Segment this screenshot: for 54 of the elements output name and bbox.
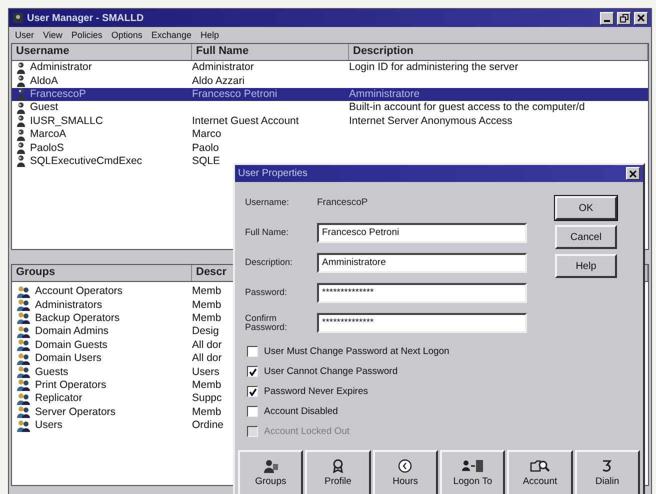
full-name-cell-text: Paolo <box>192 142 220 155</box>
description-cell-text: Memb <box>192 378 222 392</box>
checkbox-label: Password Never Expires <box>264 386 368 397</box>
description-cell-text: Ordine <box>192 419 225 432</box>
description-cell-text: Memb <box>192 312 222 325</box>
group-name-cell: Guests <box>35 366 68 379</box>
field-label: Username: <box>245 198 290 207</box>
field-label: Password: <box>245 288 288 297</box>
full-name-cell-text: Administrator <box>192 61 255 74</box>
full-name-cell-text: SQLE <box>192 154 222 168</box>
field-label: Full Name: <box>245 228 290 237</box>
group-name-cell: Server Operators <box>35 406 116 419</box>
group-name-cell: Account Operators <box>35 285 123 298</box>
description-cell-text: Memb <box>192 298 222 312</box>
description-cell-text: All dor <box>192 338 223 352</box>
checkbox-label: Account Locked Out <box>264 426 350 437</box>
username-cell: PaoloS <box>30 142 64 155</box>
username-cell: SQLExecutiveCmdExec <box>30 154 142 168</box>
description-cell: Built-in account for guest access to the computer/d <box>349 101 585 114</box>
group-name-cell: Replicator <box>35 392 82 406</box>
full-name-cell-text: Aldo Azzari <box>192 74 246 88</box>
group-name-cell: Domain Guests <box>35 338 108 352</box>
group-name-cell: Print Operators <box>35 378 106 392</box>
field-label: Confirm Password: <box>245 314 288 332</box>
full-name-cell-text: Internet Guest Account <box>192 114 300 128</box>
description-cell-text: Memb <box>192 285 222 298</box>
group-name-cell: Backup Operators <box>35 312 120 325</box>
checkbox-label: Account Disabled <box>264 406 338 417</box>
dialog-title: User Properties <box>238 168 308 179</box>
username-value: FrancescoP <box>317 197 368 208</box>
username-cell: Guest <box>30 101 58 114</box>
description-cell-text: Suppc <box>192 392 223 406</box>
description-cell-text: All dor <box>192 352 223 366</box>
description-cell-text: Memb <box>192 406 222 419</box>
username-cell: MarcoA <box>30 128 66 142</box>
window-title: User Manager - SMALLD <box>27 12 145 24</box>
description-cell: Login ID for administering the server <box>349 61 518 74</box>
group-name-cell: Administrators <box>35 298 102 312</box>
checkbox-label: User Cannot Change Password <box>264 366 398 377</box>
description-cell-text: Users <box>192 366 220 379</box>
group-name-cell: Domain Admins <box>35 325 109 338</box>
group-name-cell: Domain Users <box>35 352 102 366</box>
description-cell: Internet Server Anonymous Access <box>349 114 512 128</box>
group-name-cell: Users <box>35 419 62 432</box>
username-cell: Administrator <box>30 61 92 74</box>
username-cell: FrancescoP <box>30 88 86 101</box>
username-cell: IUSR_SMALLC <box>30 114 103 128</box>
checkbox-label: User Must Change Password at Next Logon <box>264 346 450 357</box>
field-label: Description: <box>245 258 294 267</box>
full-name-cell-text: Marco <box>192 128 222 142</box>
username-cell: AldoA <box>30 74 58 88</box>
description-cell: Amministratore <box>349 88 420 101</box>
full-name-cell-text: Francesco Petroni <box>192 88 278 101</box>
description-cell-text: Desig <box>192 325 220 338</box>
